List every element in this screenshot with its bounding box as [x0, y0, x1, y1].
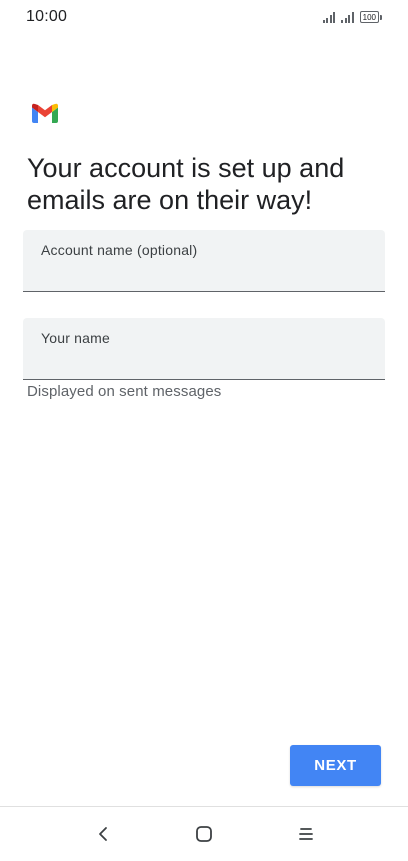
battery-level: 100 — [359, 11, 379, 23]
account-name-field[interactable]: Account name (optional) — [23, 230, 385, 292]
back-icon[interactable] — [88, 819, 118, 849]
account-name-label: Account name (optional) — [41, 242, 198, 258]
your-name-field[interactable]: Your name — [23, 318, 385, 380]
account-name-input[interactable] — [41, 263, 371, 285]
your-name-helper-text: Displayed on sent messages — [27, 383, 222, 400]
menu-icon[interactable] — [291, 819, 321, 849]
status-time: 10:00 — [26, 8, 68, 25]
screen: 10:00 100 Your account is set up and ema… — [0, 0, 408, 861]
signal-icon — [341, 11, 354, 23]
home-icon[interactable] — [189, 819, 219, 849]
status-bar: 10:00 100 — [0, 0, 408, 34]
status-icons: 100 — [322, 11, 382, 23]
signal-icon — [322, 11, 336, 23]
battery-icon: 100 — [359, 11, 382, 23]
navigation-bar — [0, 807, 408, 861]
page-title: Your account is set up and emails are on… — [27, 153, 345, 215]
your-name-label: Your name — [41, 330, 110, 346]
gmail-logo-icon — [32, 103, 58, 123]
your-name-input[interactable] — [41, 351, 371, 373]
next-button[interactable]: NEXT — [290, 745, 381, 786]
